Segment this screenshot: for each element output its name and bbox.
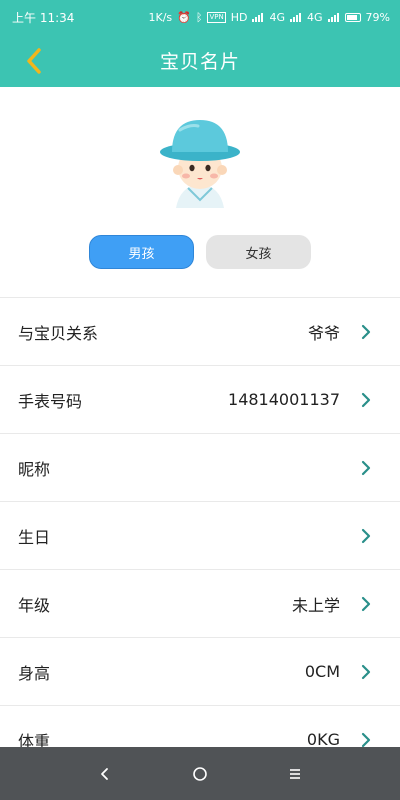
chevron-right-icon [361,460,371,475]
profile-list: 与宝贝关系 爷爷 手表号码 14814001137 昵称 生日 年级 未上学 身… [0,298,400,774]
header-bar: 宝贝名片 [0,34,400,87]
nav-back-icon [101,768,108,780]
row-label: 手表号码 [18,391,83,411]
status-time: 上午 11:34 [12,10,75,25]
back-button[interactable] [14,42,54,80]
baby-avatar-image [160,120,240,208]
row-height[interactable]: 身高 0CM [0,638,400,706]
nav-back-button[interactable] [94,763,116,785]
row-relationship[interactable]: 与宝贝关系 爷爷 [0,298,400,366]
back-arrow-icon [27,48,41,74]
row-nickname[interactable]: 昵称 [0,434,400,502]
status-bar: 上午 11:34 1K/s ⏰ ᛒ VPN HD 4G 4G 79% [0,0,400,34]
battery-level: 79% [365,10,390,24]
baby-avatar[interactable] [150,112,250,212]
status-icons: 1K/s ⏰ ᛒ VPN HD 4G 4G 79% [149,11,390,24]
gender-girl-button[interactable]: 女孩 [206,235,311,269]
row-label: 昵称 [18,459,51,479]
row-label: 与宝贝关系 [18,323,99,343]
hd-label: HD [230,10,248,24]
row-value: 0CM [304,662,340,681]
page-title: 宝贝名片 [159,51,240,73]
row-label: 生日 [18,527,51,547]
signal-icon-3 [327,12,340,22]
network-type-1: 4G [269,10,286,24]
row-watch-number[interactable]: 手表号码 14814001137 [0,366,400,434]
chevron-right-icon [361,528,371,543]
chevron-right-icon [361,596,371,611]
battery-icon [344,12,361,22]
row-value: 爷爷 [307,323,340,343]
network-type-2: 4G [307,10,323,24]
chevron-right-icon [361,732,371,747]
signal-icon-2 [290,12,302,22]
net-speed: 1K/s [148,10,173,24]
alarm-icon: ⏰ [177,10,191,24]
nav-menu-icon [290,769,300,779]
signal-icon [252,12,264,22]
system-nav-bar [0,747,400,800]
chevron-right-icon [361,392,371,407]
vpn-icon: VPN [207,11,226,23]
chevron-right-icon [361,664,371,679]
nav-menu-button[interactable] [284,763,306,785]
row-label: 身高 [18,663,51,683]
row-grade[interactable]: 年级 未上学 [0,570,400,638]
nav-home-button[interactable] [189,763,211,785]
row-birthday[interactable]: 生日 [0,502,400,570]
nav-home-icon [193,767,207,781]
bluetooth-icon: ᛒ [195,10,203,24]
chevron-right-icon [361,324,371,339]
row-value: 14814001137 [228,390,340,409]
gender-boy-button[interactable]: 男孩 [89,235,194,269]
row-value: 未上学 [291,595,340,615]
row-label: 年级 [18,595,51,615]
